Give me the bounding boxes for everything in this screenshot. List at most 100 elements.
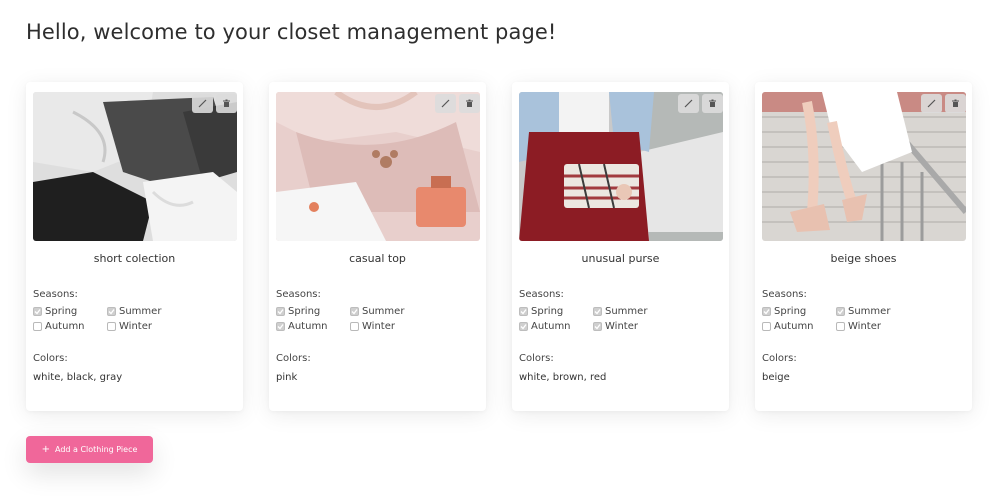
- season-autumn[interactable]: Autumn: [762, 321, 836, 332]
- checkbox-winter[interactable]: [593, 322, 602, 331]
- season-autumn[interactable]: Autumn: [519, 321, 593, 332]
- checkbox-summer[interactable]: [836, 307, 845, 316]
- seasons-label: Seasons:: [33, 289, 78, 300]
- delete-button[interactable]: [702, 94, 723, 113]
- delete-button[interactable]: [216, 94, 237, 113]
- colors-label: Colors:: [519, 353, 554, 364]
- check-icon: [837, 309, 844, 315]
- season-label: Autumn: [774, 321, 814, 332]
- photo-actions: [192, 94, 237, 113]
- season-spring[interactable]: Spring: [762, 306, 836, 317]
- pencil-icon: [684, 99, 693, 108]
- check-icon: [594, 309, 601, 315]
- seasons-group: Spring Summer Autumn Winter: [762, 306, 965, 332]
- season-label: Winter: [362, 321, 395, 332]
- seasons-group: Spring Summer Autumn Winter: [519, 306, 722, 332]
- checkbox-spring[interactable]: [276, 307, 285, 316]
- check-icon: [520, 324, 527, 330]
- season-label: Summer: [362, 306, 405, 317]
- clothing-photo-shoes: [762, 92, 966, 241]
- check-icon: [763, 309, 770, 315]
- season-label: Winter: [605, 321, 638, 332]
- checkbox-winter[interactable]: [836, 322, 845, 331]
- seasons-label: Seasons:: [762, 289, 807, 300]
- checkbox-summer[interactable]: [593, 307, 602, 316]
- checkbox-winter[interactable]: [350, 322, 359, 331]
- colors-value: white, brown, red: [519, 372, 607, 383]
- season-winter[interactable]: Winter: [107, 321, 197, 332]
- check-icon: [34, 309, 41, 315]
- checkbox-autumn[interactable]: [276, 322, 285, 331]
- colors-value: white, black, gray: [33, 372, 123, 383]
- checkbox-autumn[interactable]: [762, 322, 771, 331]
- colors-value: pink: [276, 372, 298, 383]
- season-autumn[interactable]: Autumn: [33, 321, 107, 332]
- season-autumn[interactable]: Autumn: [276, 321, 350, 332]
- colors-value: beige: [762, 372, 790, 383]
- checkbox-spring[interactable]: [762, 307, 771, 316]
- seasons-group: Spring Summer Autumn Winter: [276, 306, 479, 332]
- season-summer[interactable]: Summer: [836, 306, 926, 317]
- checkbox-winter[interactable]: [107, 322, 116, 331]
- season-label: Summer: [848, 306, 891, 317]
- check-icon: [108, 309, 115, 315]
- checkbox-spring[interactable]: [33, 307, 42, 316]
- clothing-card: beige shoes Seasons: Spring Summer Autum…: [755, 82, 972, 411]
- edit-button[interactable]: [435, 94, 456, 113]
- card-title: unusual purse: [581, 252, 660, 265]
- season-winter[interactable]: Winter: [350, 321, 440, 332]
- trash-icon: [466, 99, 473, 107]
- season-label: Autumn: [288, 321, 328, 332]
- pencil-icon: [198, 99, 207, 108]
- edit-button[interactable]: [192, 94, 213, 113]
- edit-button[interactable]: [921, 94, 942, 113]
- plus-icon: +: [41, 444, 50, 455]
- edit-button[interactable]: [678, 94, 699, 113]
- season-label: Autumn: [531, 321, 571, 332]
- trash-icon: [952, 99, 959, 107]
- check-icon: [351, 309, 358, 315]
- clothing-card: unusual purse Seasons: Spring Summer Aut…: [512, 82, 729, 411]
- clothing-photo-shorts: [33, 92, 237, 241]
- card-title: casual top: [349, 252, 406, 265]
- colors-label: Colors:: [762, 353, 797, 364]
- check-icon: [277, 309, 284, 315]
- clothing-card: casual top Seasons: Spring Summer Autumn…: [269, 82, 486, 411]
- pencil-icon: [441, 99, 450, 108]
- check-icon: [594, 324, 601, 330]
- delete-button[interactable]: [945, 94, 966, 113]
- checkbox-spring[interactable]: [519, 307, 528, 316]
- seasons-group: Spring Summer Autumn Winter: [33, 306, 236, 332]
- card-title: short colection: [93, 252, 176, 265]
- page-title: Hello, welcome to your closet management…: [26, 20, 557, 44]
- season-label: Summer: [605, 306, 648, 317]
- card-title: beige shoes: [830, 252, 897, 265]
- season-spring[interactable]: Spring: [33, 306, 107, 317]
- season-spring[interactable]: Spring: [276, 306, 350, 317]
- season-winter[interactable]: Winter: [836, 321, 926, 332]
- add-clothing-label: Add a Clothing Piece: [54, 445, 138, 454]
- card-list: short colection Seasons: Spring Summer A…: [26, 82, 972, 411]
- season-label: Autumn: [45, 321, 85, 332]
- check-icon: [520, 309, 527, 315]
- season-label: Spring: [774, 306, 807, 317]
- add-clothing-button[interactable]: + Add a Clothing Piece: [26, 436, 153, 463]
- season-summer[interactable]: Summer: [350, 306, 440, 317]
- checkbox-autumn[interactable]: [519, 322, 528, 331]
- season-label: Winter: [119, 321, 152, 332]
- photo-actions: [678, 94, 723, 113]
- season-spring[interactable]: Spring: [519, 306, 593, 317]
- delete-button[interactable]: [459, 94, 480, 113]
- season-summer[interactable]: Summer: [107, 306, 197, 317]
- checkbox-summer[interactable]: [107, 307, 116, 316]
- photo-actions: [435, 94, 480, 113]
- season-label: Winter: [848, 321, 881, 332]
- season-winter[interactable]: Winter: [593, 321, 683, 332]
- clothing-photo-top: [276, 92, 480, 241]
- trash-icon: [223, 99, 230, 107]
- season-summer[interactable]: Summer: [593, 306, 683, 317]
- checkbox-summer[interactable]: [350, 307, 359, 316]
- check-icon: [277, 324, 284, 330]
- colors-label: Colors:: [276, 353, 311, 364]
- checkbox-autumn[interactable]: [33, 322, 42, 331]
